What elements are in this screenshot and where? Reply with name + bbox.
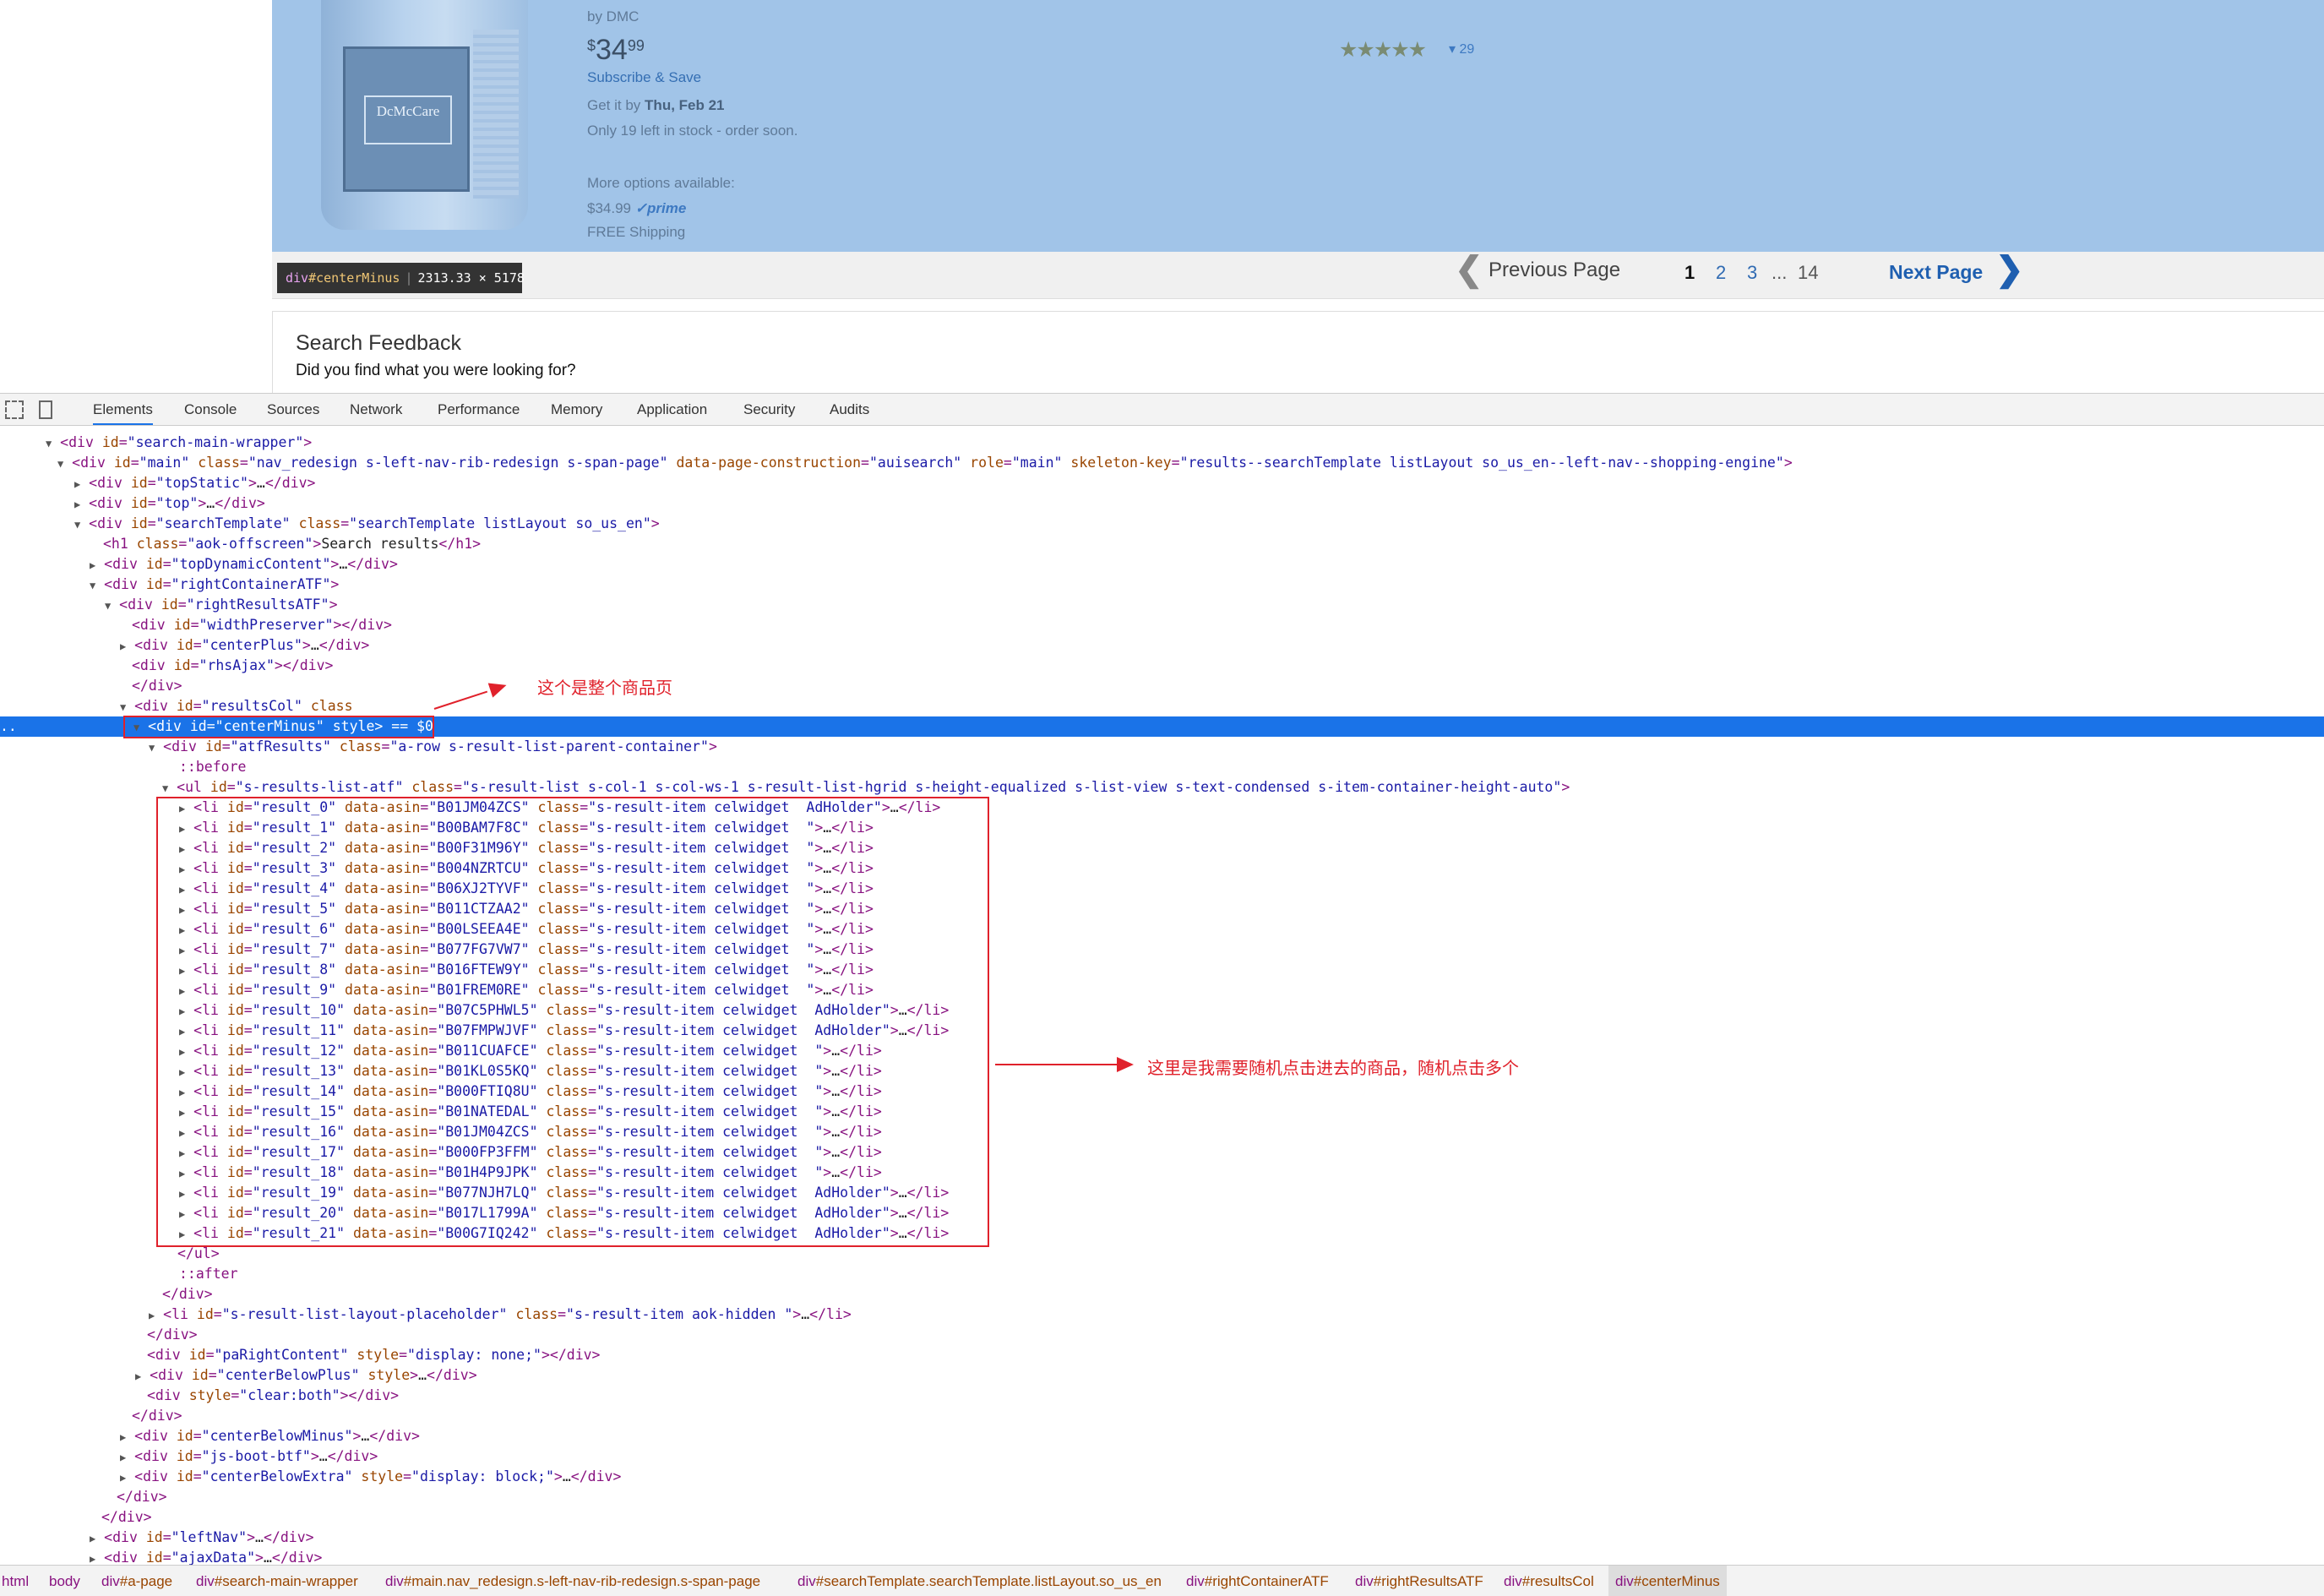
result-items-highlight-box xyxy=(156,797,989,1247)
element-highlight-overlay xyxy=(272,0,2324,252)
dom-node-line[interactable]: <div style="clear:both"></div> xyxy=(0,1386,2324,1406)
breadcrumb-item[interactable]: div#rightResultsATF xyxy=(1355,1566,1483,1596)
product-image-label: DcMcCare xyxy=(343,46,470,192)
breadcrumb-item[interactable]: html xyxy=(2,1566,29,1596)
previous-page-link[interactable]: Previous Page xyxy=(1489,259,1620,282)
dom-node-line[interactable]: ::before xyxy=(0,757,2324,777)
more-options-label: More options available: xyxy=(587,175,735,191)
dom-node-line[interactable]: ▼ <div id="main" class="nav_redesign s-l… xyxy=(0,453,2324,473)
dom-node-line[interactable]: ▶ <div id="centerBelowMinus">…</div> xyxy=(0,1426,2324,1446)
breadcrumb-item[interactable]: div#resultsCol xyxy=(1504,1566,1594,1596)
price-whole: 34 xyxy=(596,34,628,66)
dom-node-line[interactable]: </div> xyxy=(0,1325,2324,1345)
star-rating-icon[interactable]: ★★★★★ xyxy=(1339,37,1427,63)
subscribe-save-link[interactable]: Subscribe & Save xyxy=(587,69,701,86)
dom-node-line[interactable]: ▶ <div id="leftNav">…</div> xyxy=(0,1528,2324,1548)
breadcrumb-item[interactable]: div#main.nav_redesign.s-left-nav-rib-red… xyxy=(385,1566,760,1596)
dom-node-line[interactable]: ▶ <div id="ajaxData">…</div> xyxy=(0,1548,2324,1565)
alt-price: $34.99 xyxy=(587,200,631,216)
breadcrumb-item[interactable]: body xyxy=(49,1566,80,1596)
delivery-date: Thu, Feb 21 xyxy=(645,97,725,113)
page-1: 1 xyxy=(1684,262,1695,283)
dom-node-line[interactable]: ▶ <div id="centerPlus">…</div> xyxy=(0,635,2324,656)
dom-node-line[interactable]: </div> xyxy=(0,1487,2324,1507)
search-feedback-box xyxy=(272,311,2324,393)
page-3-link[interactable]: 3 xyxy=(1747,262,1757,284)
dom-node-line[interactable]: ▼ <div id="resultsCol" class xyxy=(0,696,2324,716)
tab-elements[interactable]: Elements xyxy=(93,401,153,425)
inspect-element-icon[interactable] xyxy=(5,400,24,419)
page-annotation-note: 这个是整个商品页 xyxy=(537,679,672,698)
devtools-tab-bar: Elements Console Sources Network Performance… xyxy=(0,394,2324,426)
dom-node-line[interactable]: ▶ <div id="centerBelowPlus" style>…</div… xyxy=(0,1365,2324,1386)
delivery-prefix: Get it by xyxy=(587,97,641,113)
device-toolbar-icon[interactable] xyxy=(39,400,52,419)
annotation-arrowhead-2 xyxy=(1117,1057,1134,1072)
tab-audits[interactable]: Audits xyxy=(830,401,869,418)
dom-node-line[interactable]: ▶ <div id="centerBelowExtra" style="disp… xyxy=(0,1467,2324,1487)
product-image-side-text xyxy=(473,30,519,199)
rating-count-link[interactable]: ▾ 29 xyxy=(1449,41,1474,57)
dom-node-line[interactable]: ▼ <ul id="s-results-list-atf" class="s-r… xyxy=(0,777,2324,798)
dom-node-line[interactable]: ▶ <div id="js-boot-btf">…</div> xyxy=(0,1446,2324,1467)
dom-node-line[interactable]: ▶ <li id="s-result-list-layout-placehold… xyxy=(0,1305,2324,1325)
next-page-link[interactable]: Next Page xyxy=(1889,261,1983,284)
dom-node-line[interactable]: ::after xyxy=(0,1264,2324,1284)
product-brand[interactable]: by DMC xyxy=(587,8,639,25)
web-page-viewport: DcMcCare by DMC $3499 Subscribe & Save G… xyxy=(0,0,2324,393)
price-fraction: 99 xyxy=(627,37,645,54)
price-currency: $ xyxy=(587,37,596,54)
dom-node-line[interactable]: <h1 class="aok-offscreen">Search results… xyxy=(0,534,2324,554)
search-feedback-title: Search Feedback xyxy=(296,331,461,355)
dom-node-line[interactable]: ▼ <div id="search-main-wrapper"> xyxy=(0,433,2324,453)
dom-node-line[interactable]: </div> xyxy=(0,1284,2324,1305)
page-14-link[interactable]: 14 xyxy=(1798,262,1818,284)
dom-breadcrumb: html body div#a-page div#search-main-wrappe… xyxy=(0,1565,2324,1596)
stock-notice: Only 19 left in stock - order soon. xyxy=(587,123,798,139)
alt-offer[interactable]: $34.99 ✓prime xyxy=(587,200,686,217)
tab-sources[interactable]: Sources xyxy=(267,401,319,418)
annotation-arrow-2 xyxy=(995,1064,1120,1065)
dom-node-line[interactable]: ▼ <div id="searchTemplate" class="search… xyxy=(0,514,2324,534)
breadcrumb-item[interactable]: div#searchTemplate.searchTemplate.listLa… xyxy=(797,1566,1162,1596)
search-feedback-question: Did you find what you were looking for? xyxy=(296,362,576,379)
shipping-label: FREE Shipping xyxy=(587,224,686,240)
dom-node-line[interactable]: ▼ <div id="atfResults" class="a-row s-re… xyxy=(0,737,2324,757)
tab-console[interactable]: Console xyxy=(184,401,237,418)
dom-node-line[interactable]: <div id="rhsAjax"></div> xyxy=(0,656,2324,676)
breadcrumb-item[interactable]: div#search-main-wrapper xyxy=(196,1566,358,1596)
tab-network[interactable]: Network xyxy=(350,401,402,418)
breadcrumb-item[interactable]: div#a-page xyxy=(101,1566,172,1596)
dom-node-line[interactable]: ▶ <div id="top">…</div> xyxy=(0,493,2324,514)
tab-memory[interactable]: Memory xyxy=(551,401,602,418)
dom-node-line[interactable]: </div> xyxy=(0,1507,2324,1528)
dom-node-line[interactable]: <div id="paRightContent" style="display:… xyxy=(0,1345,2324,1365)
product-label-text: DcMcCare xyxy=(364,95,452,144)
breadcrumb-item[interactable]: div#rightContainerATF xyxy=(1186,1566,1329,1596)
dom-node-line[interactable]: </div> xyxy=(0,1406,2324,1426)
dom-node-line[interactable]: ▼ <div id="rightContainerATF"> xyxy=(0,575,2324,595)
dom-node-line[interactable]: ▶ <div id="topDynamicContent">…</div> xyxy=(0,554,2324,575)
delivery-line: Get it by Thu, Feb 21 xyxy=(587,97,725,114)
tab-performance[interactable]: Performance xyxy=(438,401,520,418)
tab-security[interactable]: Security xyxy=(743,401,795,418)
chevron-right-icon[interactable]: ❯ xyxy=(1995,250,2024,289)
breadcrumb-item[interactable]: div#centerMinus xyxy=(1608,1566,1727,1596)
center-minus-highlight-box xyxy=(123,716,434,738)
prime-badge: ✓prime xyxy=(634,200,687,216)
items-annotation-note: 这里是我需要随机点击进去的商品，随机点击多个 xyxy=(1147,1059,1519,1078)
dom-node-line[interactable]: </div> xyxy=(0,676,2324,696)
product-image[interactable]: DcMcCare xyxy=(321,0,528,230)
page-ellipsis: ... xyxy=(1772,262,1788,283)
dom-node-line[interactable]: <div id="widthPreserver"></div> xyxy=(0,615,2324,635)
dom-node-line[interactable]: ▼ <div id="rightResultsATF"> xyxy=(0,595,2324,615)
product-price: $3499 xyxy=(587,34,645,67)
element-inspect-tooltip: div#centerMinus | 2313.33 × 5178 xyxy=(277,263,525,293)
dom-node-line[interactable]: ▶ <div id="topStatic">…</div> xyxy=(0,473,2324,493)
tab-application[interactable]: Application xyxy=(637,401,707,418)
chevron-left-icon[interactable]: ❮ xyxy=(1455,250,1483,289)
page-2-link[interactable]: 2 xyxy=(1716,262,1726,284)
